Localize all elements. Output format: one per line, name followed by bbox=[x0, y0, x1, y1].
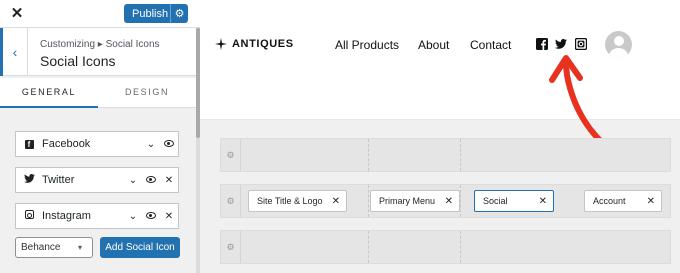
chevron-down-icon[interactable]: ⌄ bbox=[142, 139, 160, 150]
twitter-icon bbox=[16, 174, 42, 186]
customizer-panel: ✕ Publish ⚙ ‹ Customizing ▸ Social Icons… bbox=[0, 0, 200, 273]
builder-item-account[interactable]: Account ✕ bbox=[584, 190, 662, 212]
row-settings-gear-icon[interactable]: ⚙ bbox=[221, 185, 241, 217]
header-builder-bottom-row[interactable]: ⚙ bbox=[220, 230, 671, 264]
breadcrumb: Customizing ▸ Social Icons bbox=[40, 39, 160, 50]
visibility-eye-icon[interactable] bbox=[142, 175, 160, 186]
remove-icon[interactable]: ✕ bbox=[539, 196, 547, 207]
social-item-label: Twitter bbox=[42, 174, 75, 186]
publish-button[interactable]: Publish ⚙ bbox=[124, 4, 188, 23]
social-item-label: Instagram bbox=[42, 210, 91, 222]
back-button[interactable]: ‹ bbox=[0, 28, 28, 76]
remove-icon[interactable]: ✕ bbox=[332, 196, 340, 207]
section-title: Social Icons bbox=[40, 53, 116, 69]
social-network-select[interactable]: Behance ▾ bbox=[15, 237, 93, 258]
customizer-topbar: ✕ Publish ⚙ bbox=[0, 0, 200, 28]
sparkle-icon bbox=[215, 38, 227, 50]
nav-link-about[interactable]: About bbox=[418, 38, 449, 52]
publish-label: Publish bbox=[132, 7, 169, 20]
facebook-icon: f bbox=[16, 139, 42, 150]
builder-item-label: Account bbox=[593, 196, 626, 206]
remove-icon[interactable]: ✕ bbox=[445, 196, 453, 207]
builder-item-label: Site Title & Logo bbox=[257, 196, 323, 206]
social-item-label: Facebook bbox=[42, 138, 91, 150]
social-item-facebook[interactable]: f Facebook ⌄ bbox=[15, 131, 179, 157]
builder-item-primary-menu[interactable]: Primary Menu ✕ bbox=[370, 190, 460, 212]
remove-icon[interactable]: ✕ bbox=[647, 196, 655, 207]
chevron-down-icon[interactable]: ⌄ bbox=[124, 211, 142, 222]
nav-link-contact[interactable]: Contact bbox=[470, 38, 511, 52]
builder-zone[interactable] bbox=[241, 139, 369, 171]
chevron-left-icon: ‹ bbox=[12, 44, 18, 60]
row-settings-gear-icon[interactable]: ⚙ bbox=[221, 231, 241, 263]
add-social-icon-button[interactable]: Add Social Icon bbox=[100, 237, 180, 258]
publish-settings-icon[interactable]: ⚙ bbox=[171, 7, 188, 20]
panel-tabs: GENERAL DESIGN bbox=[0, 78, 196, 108]
select-value: Behance bbox=[21, 242, 61, 253]
logo-text: ANTIQUES bbox=[232, 38, 294, 50]
site-preview: ANTIQUES All Products About Contact ⚙ ⚙ … bbox=[200, 0, 680, 273]
site-logo[interactable]: ANTIQUES bbox=[215, 38, 294, 50]
section-header: ‹ Customizing ▸ Social Icons Social Icon… bbox=[0, 28, 200, 76]
nav-link-all-products[interactable]: All Products bbox=[335, 38, 399, 52]
tab-general[interactable]: GENERAL bbox=[0, 78, 98, 108]
row-settings-gear-icon[interactable]: ⚙ bbox=[221, 139, 241, 171]
visibility-eye-icon[interactable] bbox=[160, 139, 178, 150]
builder-zone[interactable] bbox=[369, 231, 461, 263]
header-builder-top-row[interactable]: ⚙ bbox=[220, 138, 671, 172]
builder-item-social[interactable]: Social ✕ bbox=[474, 190, 554, 212]
builder-zone[interactable] bbox=[369, 139, 461, 171]
chevron-down-icon: ▾ bbox=[78, 243, 83, 252]
social-item-twitter[interactable]: Twitter ⌄ ✕ bbox=[15, 167, 179, 193]
header-builder-main-row[interactable]: ⚙ Site Title & Logo ✕ Primary Menu ✕ Soc… bbox=[220, 184, 671, 218]
builder-item-site-title-logo[interactable]: Site Title & Logo ✕ bbox=[248, 190, 347, 212]
remove-icon[interactable]: ✕ bbox=[160, 175, 178, 186]
builder-item-label: Primary Menu bbox=[379, 196, 436, 206]
builder-item-label: Social bbox=[483, 196, 508, 206]
visibility-eye-icon[interactable] bbox=[142, 211, 160, 222]
close-customizer-button[interactable]: ✕ bbox=[8, 4, 26, 24]
instagram-icon bbox=[16, 210, 42, 222]
tab-design[interactable]: DESIGN bbox=[98, 78, 196, 108]
builder-zone[interactable] bbox=[241, 231, 369, 263]
social-item-instagram[interactable]: Instagram ⌄ ✕ bbox=[15, 203, 179, 229]
chevron-down-icon[interactable]: ⌄ bbox=[124, 175, 142, 186]
remove-icon[interactable]: ✕ bbox=[160, 211, 178, 222]
